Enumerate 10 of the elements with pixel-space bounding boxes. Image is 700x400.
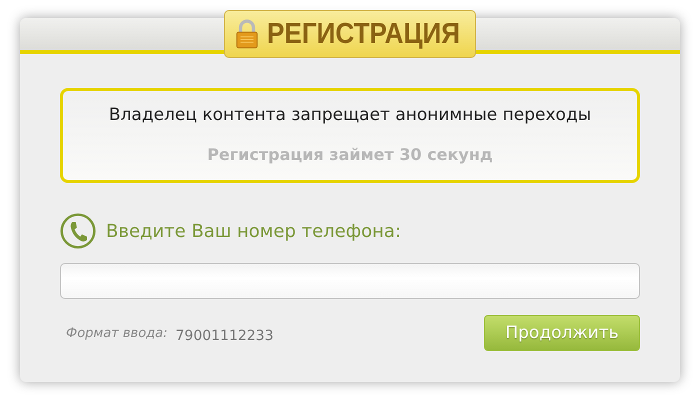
continue-button[interactable]: Продолжить xyxy=(484,315,640,351)
notice-message: Владелец контента запрещает анонимные переходы xyxy=(108,105,592,125)
phone-label: Введите Ваш номер телефона: xyxy=(106,220,402,242)
notice-subtitle: Регистрация займет 30 секунд xyxy=(206,145,494,164)
padlock-icon xyxy=(234,19,259,49)
format-label: Формат ввода: xyxy=(66,326,168,340)
format-example: 79001112233 xyxy=(176,328,274,344)
phone-input-field[interactable] xyxy=(60,263,640,299)
dialog-title: РЕГИСТРАЦИЯ xyxy=(266,18,460,50)
phone-icon xyxy=(60,213,96,249)
